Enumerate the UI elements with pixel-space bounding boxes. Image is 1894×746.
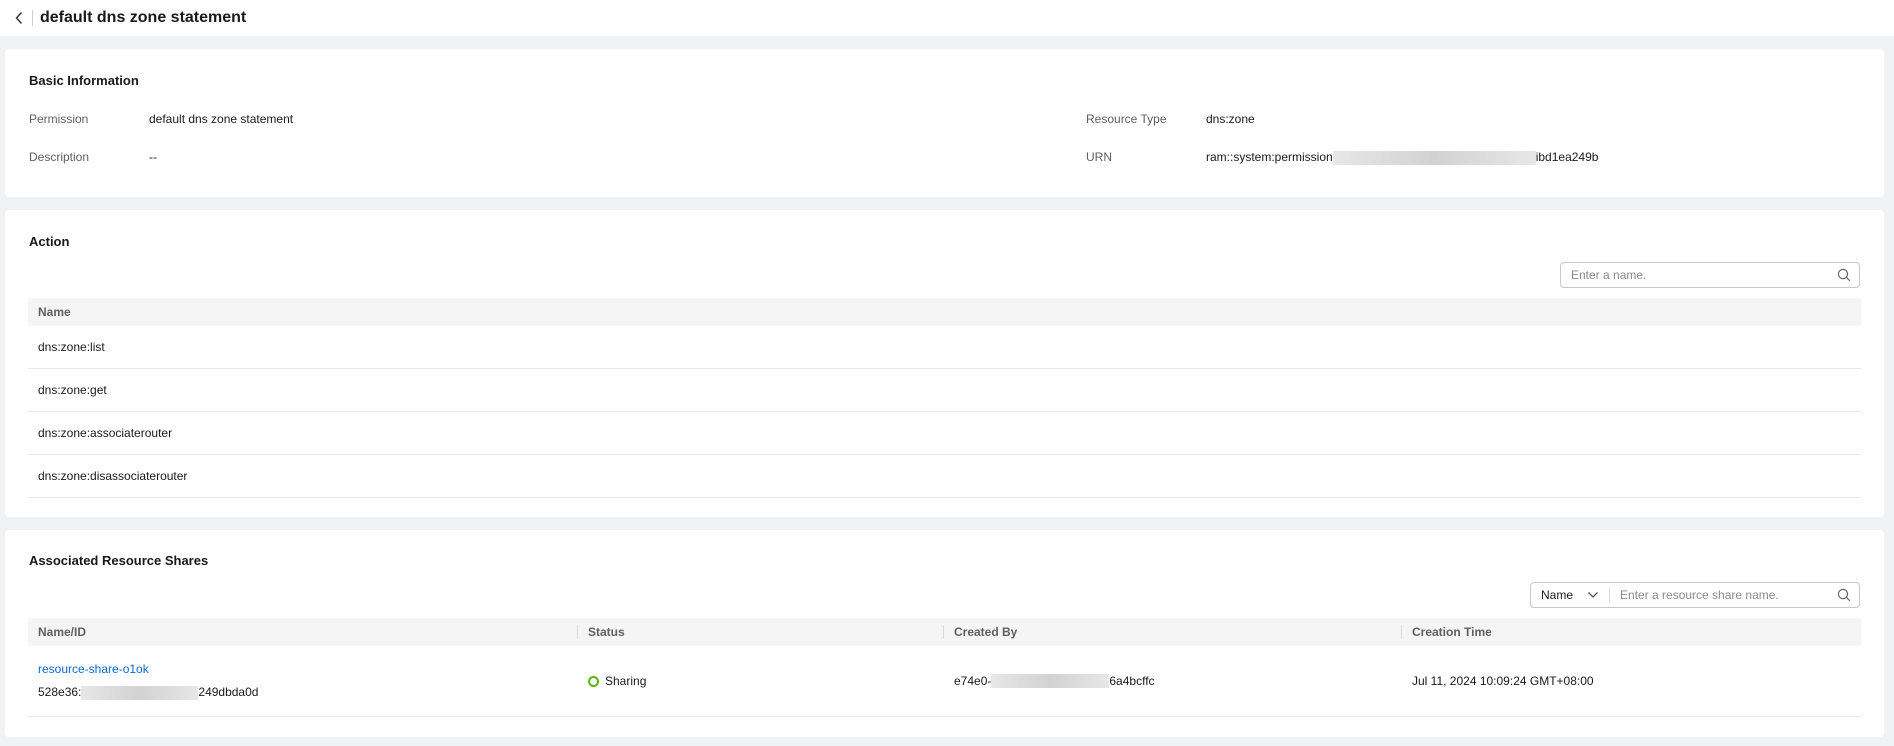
table-row: dns:zone:list bbox=[28, 326, 1861, 369]
action-search-box bbox=[1560, 262, 1860, 288]
search-icon[interactable] bbox=[1837, 588, 1851, 602]
action-name: dns:zone:list bbox=[38, 340, 105, 354]
back-button[interactable] bbox=[8, 7, 30, 29]
permission-value: default dns zone statement bbox=[149, 112, 294, 126]
shares-search-box: Name bbox=[1530, 582, 1860, 608]
resource-type-row: Resource Type dns:zone bbox=[1086, 112, 1255, 126]
action-search-input[interactable] bbox=[1561, 268, 1837, 282]
chevron-down-icon bbox=[1588, 592, 1598, 598]
urn-label: URN bbox=[1086, 150, 1112, 165]
urn-row: URN ram::system:permission ibd1ea249b bbox=[1086, 150, 1598, 165]
resource-type-value: dns:zone bbox=[1206, 112, 1255, 126]
chevron-left-icon bbox=[15, 12, 23, 24]
table-row: resource-share-o1ok 528e36: 249dbda0d Sha… bbox=[28, 646, 1861, 717]
redacted-mask bbox=[81, 685, 199, 700]
table-row: dns:zone:disassociaterouter bbox=[28, 455, 1861, 498]
title-divider bbox=[32, 10, 33, 26]
status-text: Sharing bbox=[605, 674, 647, 688]
section-title: Action bbox=[29, 234, 70, 249]
shares-search-input[interactable] bbox=[1610, 588, 1837, 602]
filter-select-value: Name bbox=[1541, 588, 1574, 602]
section-title: Associated Resource Shares bbox=[29, 553, 209, 568]
urn-suffix: ibd1ea249b bbox=[1535, 150, 1599, 164]
urn-prefix: ram::system:permission bbox=[1206, 150, 1333, 164]
resource-share-id: 528e36: 249dbda0d bbox=[38, 685, 578, 700]
action-name: dns:zone:get bbox=[38, 383, 107, 397]
permission-row: Permission default dns zone statement bbox=[29, 112, 293, 126]
redacted-mask bbox=[991, 674, 1110, 689]
created-by-prefix: e74e0- bbox=[954, 673, 992, 688]
search-icon[interactable] bbox=[1837, 268, 1851, 282]
created-by-suffix: 6a4bcffc bbox=[1109, 673, 1155, 688]
page-header: default dns zone statement bbox=[0, 0, 1894, 36]
table-header: Name/ID Status Created By Creation Time bbox=[28, 618, 1861, 646]
created-by-cell: e74e0- 6a4bcffc bbox=[944, 674, 1402, 689]
column-header-creation-time: Creation Time bbox=[1412, 625, 1492, 639]
column-header-name: Name bbox=[38, 305, 71, 319]
creation-time-cell: Jul 11, 2024 10:09:24 GMT+08:00 bbox=[1412, 674, 1594, 688]
section-title: Basic Information bbox=[29, 73, 139, 88]
permission-label: Permission bbox=[29, 112, 89, 126]
description-value: -- bbox=[149, 150, 157, 164]
id-suffix: 249dbda0d bbox=[198, 685, 259, 700]
description-row: Description -- bbox=[29, 150, 157, 164]
filter-select[interactable]: Name bbox=[1531, 587, 1611, 603]
column-header-status: Status bbox=[588, 625, 625, 639]
column-header-name-id: Name/ID bbox=[38, 625, 87, 639]
action-card: Action Name dns:zone:list dns:zone:get d… bbox=[5, 210, 1884, 517]
urn-value: ram::system:permission ibd1ea249b bbox=[1206, 150, 1598, 165]
associated-resource-shares-card: Associated Resource Shares Name Name/ID … bbox=[5, 530, 1884, 737]
table-row: dns:zone:associaterouter bbox=[28, 412, 1861, 455]
status-cell: Sharing bbox=[578, 674, 944, 688]
id-prefix: 528e36: bbox=[38, 685, 82, 700]
basic-information-card: Basic Information Permission default dns… bbox=[5, 49, 1884, 197]
resource-type-label: Resource Type bbox=[1086, 112, 1167, 126]
status-ok-icon bbox=[588, 676, 599, 688]
redacted-mask bbox=[1332, 150, 1536, 165]
description-label: Description bbox=[29, 150, 90, 164]
resource-share-link[interactable]: resource-share-o1ok bbox=[38, 662, 578, 676]
action-name: dns:zone:associaterouter bbox=[38, 426, 173, 440]
action-name: dns:zone:disassociaterouter bbox=[38, 469, 188, 483]
page-title: default dns zone statement bbox=[40, 9, 247, 26]
table-row: dns:zone:get bbox=[28, 369, 1861, 412]
column-header-created-by: Created By bbox=[954, 625, 1018, 639]
name-id-cell: resource-share-o1ok 528e36: 249dbda0d bbox=[28, 662, 578, 700]
table-header: Name bbox=[28, 298, 1861, 326]
